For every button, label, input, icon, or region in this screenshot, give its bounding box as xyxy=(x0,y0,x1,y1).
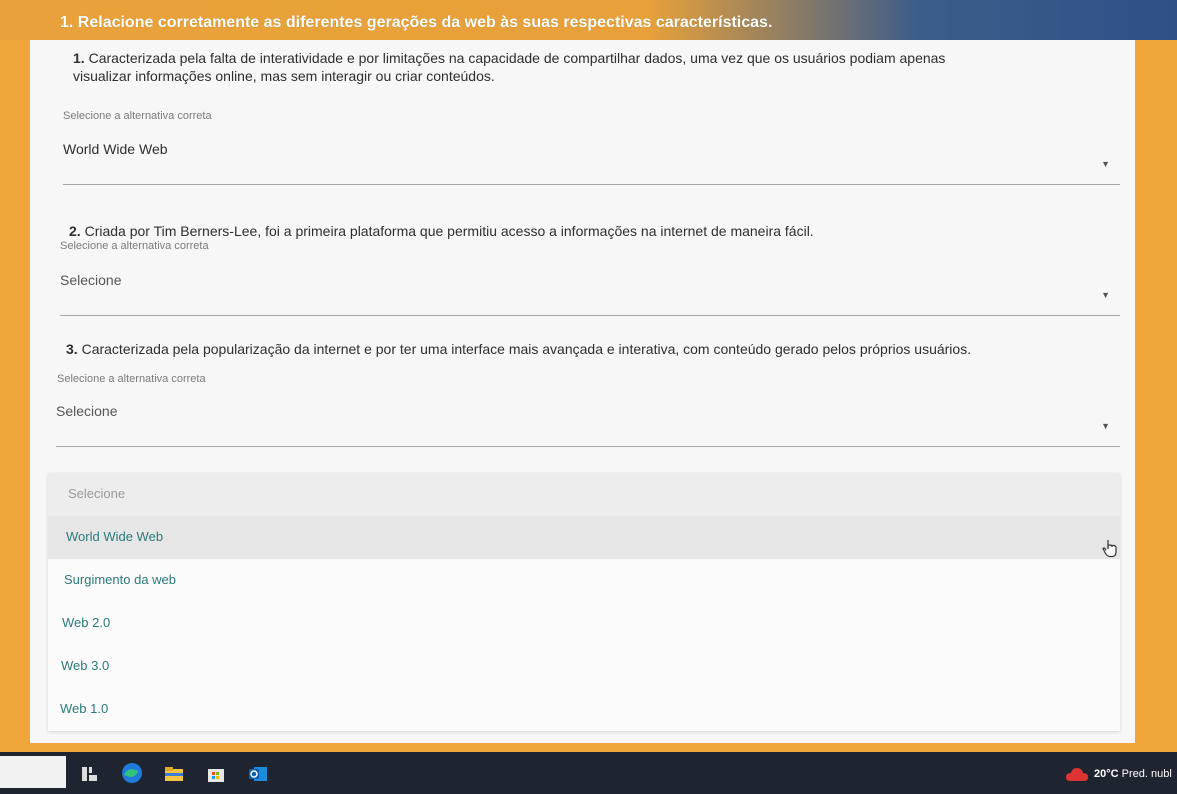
option-surgimento-da-web[interactable]: Surgimento da web xyxy=(48,559,1120,602)
question-2-select[interactable]: Selecione ▼ xyxy=(60,272,1120,316)
question-1-help: Selecione a alternativa correta xyxy=(63,110,212,122)
question-3-line1: Caracterizada pela popularização da inte… xyxy=(81,341,972,357)
question-2-text: 2. Criada por Tim Berners-Lee, foi a pri… xyxy=(69,222,1109,240)
weather-text: Pred. nubl xyxy=(1121,768,1172,780)
option-web-3-0[interactable]: Web 3.0 xyxy=(48,645,1120,688)
question-card: 1. Caracterizada pela falta de interativ… xyxy=(30,40,1135,743)
file-explorer-icon[interactable] xyxy=(164,764,184,784)
task-view-icon[interactable] xyxy=(80,764,100,784)
weather-status[interactable]: 20°C Pred. nubl xyxy=(1094,768,1172,780)
question-2-underline xyxy=(60,315,1120,316)
question-1-underline xyxy=(63,184,1120,185)
question-1-text: 1. Caracterizada pela falta de interativ… xyxy=(73,49,1073,85)
taskbar: 20°C Pred. nubl xyxy=(0,752,1177,794)
caret-down-icon: ▼ xyxy=(1101,290,1110,300)
question-2-number: 2. xyxy=(69,223,81,239)
outlook-icon[interactable] xyxy=(248,764,268,784)
option-world-wide-web[interactable]: World Wide Web xyxy=(48,516,1120,559)
question-2-line1: Criada por Tim Berners-Lee, foi a primei… xyxy=(84,223,814,239)
question-1-line2: visualizar informações online, mas sem i… xyxy=(73,68,495,84)
question-3-selected-value: Selecione xyxy=(56,403,118,419)
weather-temp: 20°C xyxy=(1094,768,1119,780)
caret-down-icon: ▼ xyxy=(1101,421,1110,431)
question-2-selected-value: Selecione xyxy=(60,272,122,288)
question-3-text: 3. Caracterizada pela popularização da i… xyxy=(66,340,1116,358)
question-3-number: 3. xyxy=(66,341,78,357)
edge-icon[interactable] xyxy=(120,761,144,785)
question-3-underline xyxy=(56,446,1120,447)
question-1-number: 1. xyxy=(73,50,85,66)
option-web-2-0[interactable]: Web 2.0 xyxy=(48,602,1120,645)
question-2-help: Selecione a alternativa correta xyxy=(60,240,209,252)
hand-cursor-icon xyxy=(1102,540,1117,558)
dropdown-placeholder: Selecione xyxy=(48,473,1120,516)
weather-icon xyxy=(1066,768,1088,781)
caret-down-icon: ▼ xyxy=(1101,159,1110,169)
taskbar-search-box[interactable] xyxy=(0,756,66,788)
question-1-line1: Caracterizada pela falta de interativida… xyxy=(88,50,946,66)
question-3-help: Selecione a alternativa correta xyxy=(57,373,206,385)
store-icon[interactable] xyxy=(206,764,226,784)
options-dropdown: Selecione World Wide Web Surgimento da w… xyxy=(48,473,1120,731)
question-1-select[interactable]: World Wide Web ▼ xyxy=(63,141,1120,185)
question-3-select[interactable]: Selecione ▼ xyxy=(56,403,1120,447)
page-heading: 1. Relacione corretamente as diferentes … xyxy=(60,14,773,31)
option-web-1-0[interactable]: Web 1.0 xyxy=(48,688,1120,731)
question-1-selected-value: World Wide Web xyxy=(63,141,168,157)
